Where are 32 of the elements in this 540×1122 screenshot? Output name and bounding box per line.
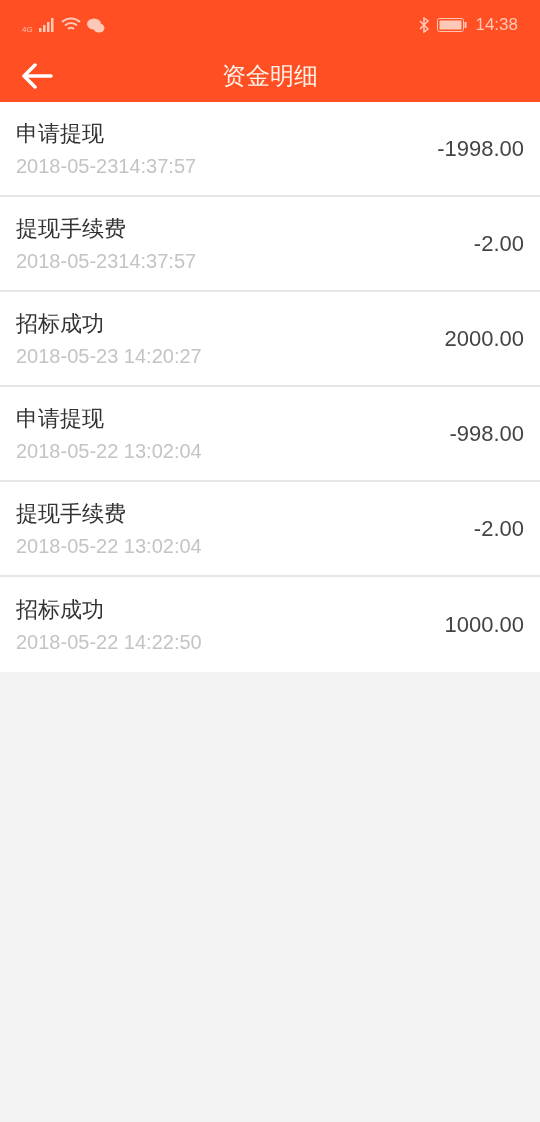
back-arrow-icon	[21, 63, 53, 89]
transaction-time: 2018-05-2314:37:57	[16, 248, 197, 274]
transaction-time: 2018-05-22 13:02:04	[16, 533, 202, 559]
transaction-title: 招标成功	[16, 595, 105, 624]
transaction-row[interactable]: 申请提现 2018-05-22 13:02:04 -998.00	[0, 387, 540, 482]
transaction-amount: -2.00	[473, 230, 524, 258]
transaction-row[interactable]: 提现手续费 2018-05-22 13:02:04 -2.00	[0, 482, 540, 577]
clock-text: 14:38	[475, 14, 518, 37]
bluetooth-icon	[419, 17, 430, 33]
network-label: 4G	[22, 24, 33, 36]
transaction-time: 2018-05-22 14:22:50	[16, 629, 202, 655]
transaction-title: 申请提现	[16, 119, 105, 148]
signal-icon	[38, 18, 55, 32]
chat-bubbles-icon	[86, 17, 105, 33]
transaction-amount: -2.00	[473, 515, 524, 543]
transaction-title: 申请提现	[16, 404, 105, 433]
page-title: 资金明细	[222, 61, 318, 91]
transaction-title: 提现手续费	[16, 499, 127, 528]
transaction-row[interactable]: 招标成功 2018-05-22 14:22:50 1000.00	[0, 577, 540, 672]
transaction-time: 2018-05-2314:37:57	[16, 153, 197, 179]
transaction-amount: 1000.00	[444, 611, 524, 639]
transaction-amount: 2000.00	[444, 325, 524, 353]
transaction-row[interactable]: 招标成功 2018-05-23 14:20:27 2000.00	[0, 292, 540, 387]
transaction-row[interactable]: 提现手续费 2018-05-2314:37:57 -2.00	[0, 197, 540, 292]
transaction-title: 提现手续费	[16, 214, 127, 243]
battery-icon	[437, 18, 468, 32]
transaction-title: 招标成功	[16, 309, 105, 338]
transaction-time: 2018-05-22 13:02:04	[16, 438, 202, 464]
transaction-time: 2018-05-23 14:20:27	[16, 343, 202, 369]
transaction-amount: -998.00	[449, 420, 524, 448]
transaction-row[interactable]: 申请提现 2018-05-2314:37:57 -1998.00	[0, 102, 540, 197]
transaction-amount: -1998.00	[437, 135, 524, 163]
